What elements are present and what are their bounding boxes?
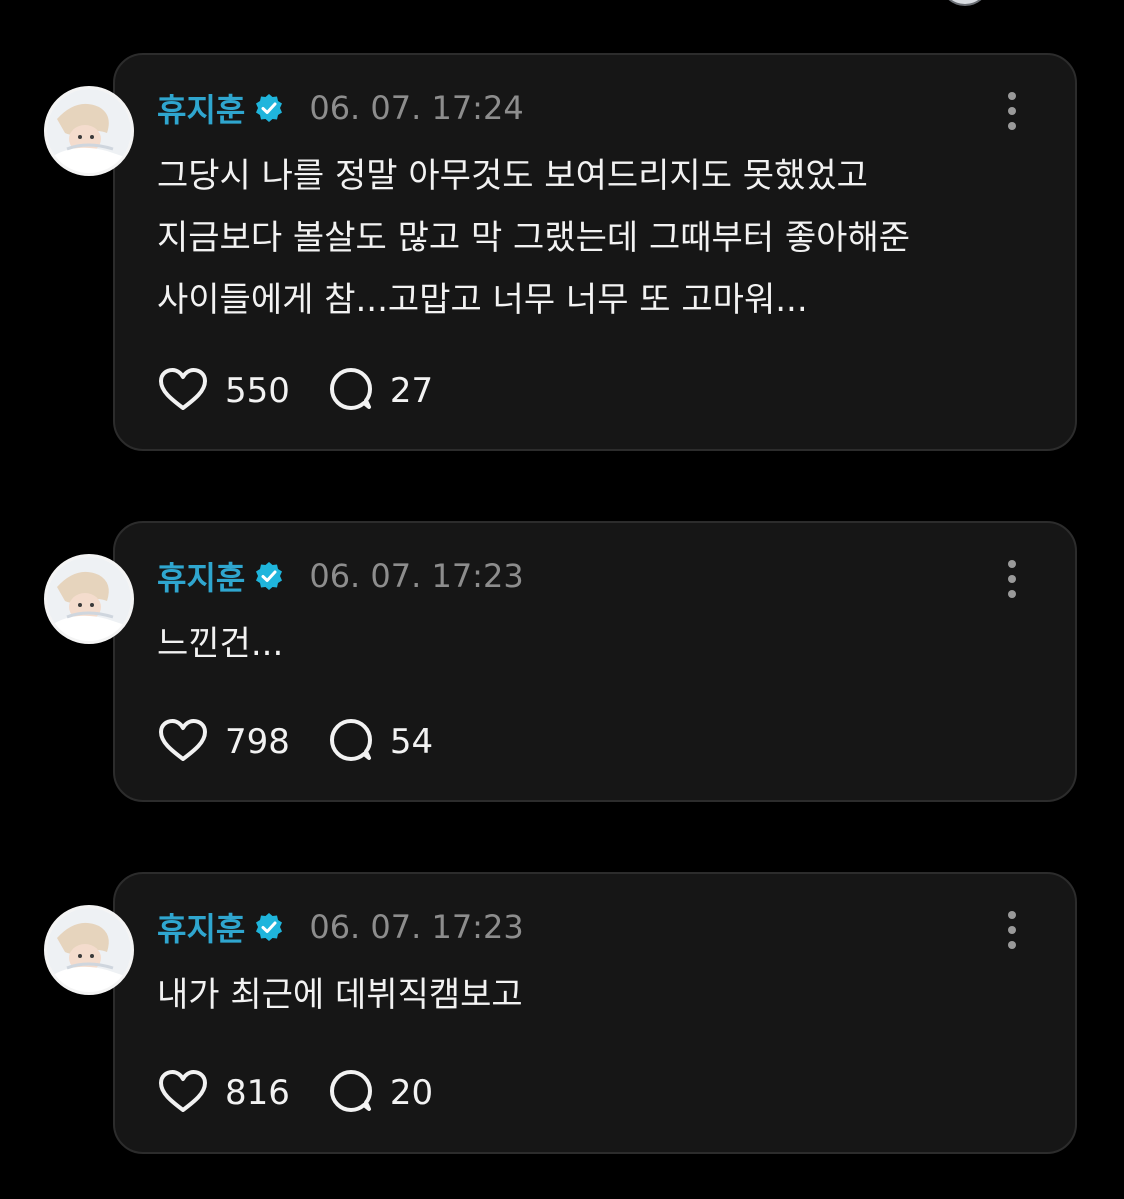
reply-count: 20	[389, 1073, 434, 1113]
like-count: 550	[225, 371, 290, 411]
avatar[interactable]	[44, 554, 134, 644]
reply-count: 27	[389, 371, 434, 411]
corner-avatar	[942, 0, 988, 6]
speech-bubble-icon	[328, 366, 374, 416]
heart-icon	[157, 366, 209, 416]
post-actions: 816 20	[157, 1069, 433, 1117]
post-actions: 798 54	[157, 718, 433, 766]
timestamp: 06. 07. 17:23	[309, 908, 524, 946]
avatar[interactable]	[44, 86, 134, 176]
reply-count: 54	[389, 722, 434, 762]
post-text: 그당시 나를 정말 아무것도 보여드리지도 못했었고 지금보다 볼살도 많고 막…	[157, 156, 911, 320]
reply-button[interactable]: 54	[328, 717, 433, 767]
post-text: 느낀건...	[157, 624, 284, 664]
speech-bubble-icon	[328, 1068, 374, 1118]
more-vertical-icon[interactable]	[1002, 910, 1022, 950]
timestamp: 06. 07. 17:24	[309, 89, 524, 127]
heart-icon	[157, 717, 209, 767]
like-button[interactable]: 798	[157, 717, 290, 767]
verified-badge-icon	[253, 560, 285, 592]
username[interactable]: 휴지훈	[157, 904, 245, 950]
more-vertical-icon[interactable]	[1002, 559, 1022, 599]
post-header: 휴지훈 06. 07. 17:24	[157, 86, 524, 130]
username[interactable]: 휴지훈	[157, 553, 245, 599]
like-count: 798	[225, 722, 290, 762]
like-count: 816	[225, 1073, 290, 1113]
post-header: 휴지훈 06. 07. 17:23	[157, 554, 524, 598]
timestamp: 06. 07. 17:23	[309, 557, 524, 595]
more-vertical-icon[interactable]	[1002, 91, 1022, 131]
avatar[interactable]	[44, 905, 134, 995]
heart-icon	[157, 1068, 209, 1118]
post-actions: 550 27	[157, 367, 433, 415]
reply-button[interactable]: 20	[328, 1068, 433, 1118]
like-button[interactable]: 550	[157, 366, 290, 416]
post-header: 휴지훈 06. 07. 17:23	[157, 905, 524, 949]
post-text: 내가 최근에 데뷔직캠보고	[157, 975, 523, 1015]
verified-badge-icon	[253, 911, 285, 943]
username[interactable]: 휴지훈	[157, 85, 245, 131]
reply-button[interactable]: 27	[328, 366, 433, 416]
verified-badge-icon	[253, 92, 285, 124]
speech-bubble-icon	[328, 717, 374, 767]
like-button[interactable]: 816	[157, 1068, 290, 1118]
